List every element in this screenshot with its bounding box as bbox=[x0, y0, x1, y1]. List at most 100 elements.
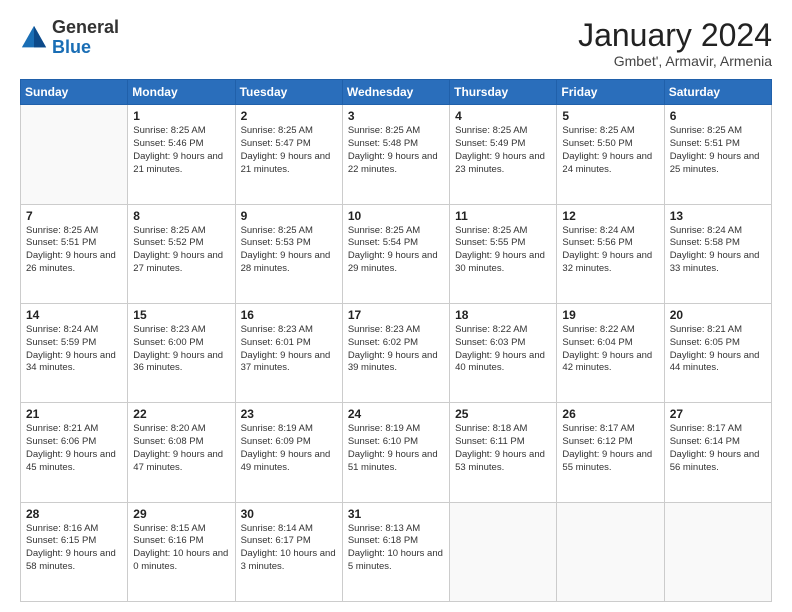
calendar-cell: 7 Sunrise: 8:25 AM Sunset: 5:51 PM Daylig… bbox=[21, 204, 128, 303]
calendar-week-row: 1 Sunrise: 8:25 AM Sunset: 5:46 PM Daylig… bbox=[21, 105, 772, 204]
header: General Blue January 2024 Gmbet', Armavi… bbox=[20, 18, 772, 69]
calendar-week-row: 21 Sunrise: 8:21 AM Sunset: 6:06 PM Dayli… bbox=[21, 403, 772, 502]
calendar-cell: 24 Sunrise: 8:19 AM Sunset: 6:10 PM Dayli… bbox=[342, 403, 449, 502]
day-number: 1 bbox=[133, 109, 229, 123]
calendar-cell: 4 Sunrise: 8:25 AM Sunset: 5:49 PM Daylig… bbox=[450, 105, 557, 204]
calendar-week-row: 14 Sunrise: 8:24 AM Sunset: 5:59 PM Dayli… bbox=[21, 303, 772, 402]
day-info: Sunrise: 8:25 AM Sunset: 5:55 PM Dayligh… bbox=[455, 225, 551, 276]
calendar-cell: 1 Sunrise: 8:25 AM Sunset: 5:46 PM Daylig… bbox=[128, 105, 235, 204]
calendar-cell: 31 Sunrise: 8:13 AM Sunset: 6:18 PM Dayli… bbox=[342, 502, 449, 601]
day-number: 13 bbox=[670, 209, 766, 223]
day-number: 29 bbox=[133, 507, 229, 521]
calendar-cell: 13 Sunrise: 8:24 AM Sunset: 5:58 PM Dayli… bbox=[664, 204, 771, 303]
calendar-cell: 21 Sunrise: 8:21 AM Sunset: 6:06 PM Dayli… bbox=[21, 403, 128, 502]
calendar-cell: 14 Sunrise: 8:24 AM Sunset: 5:59 PM Dayli… bbox=[21, 303, 128, 402]
day-info: Sunrise: 8:21 AM Sunset: 6:06 PM Dayligh… bbox=[26, 423, 122, 474]
day-number: 8 bbox=[133, 209, 229, 223]
day-number: 2 bbox=[241, 109, 337, 123]
calendar-cell: 2 Sunrise: 8:25 AM Sunset: 5:47 PM Daylig… bbox=[235, 105, 342, 204]
day-info: Sunrise: 8:24 AM Sunset: 5:56 PM Dayligh… bbox=[562, 225, 658, 276]
day-info: Sunrise: 8:25 AM Sunset: 5:47 PM Dayligh… bbox=[241, 125, 337, 176]
calendar-cell: 9Sunrise: 8:25 AM Sunset: 5:53 PM Daylig… bbox=[235, 204, 342, 303]
calendar-week-row: 28 Sunrise: 8:16 AM Sunset: 6:15 PM Dayli… bbox=[21, 502, 772, 601]
day-info: Sunrise: 8:25 AM Sunset: 5:52 PM Dayligh… bbox=[133, 225, 229, 276]
weekday-header: Thursday bbox=[450, 80, 557, 105]
day-number: 4 bbox=[455, 109, 551, 123]
day-info: Sunrise: 8:14 AM Sunset: 6:17 PM Dayligh… bbox=[241, 523, 337, 574]
calendar-cell: 17Sunrise: 8:23 AM Sunset: 6:02 PM Dayli… bbox=[342, 303, 449, 402]
weekday-header: Friday bbox=[557, 80, 664, 105]
day-number: 22 bbox=[133, 407, 229, 421]
day-info: Sunrise: 8:25 AM Sunset: 5:51 PM Dayligh… bbox=[670, 125, 766, 176]
day-info: Sunrise: 8:22 AM Sunset: 6:03 PM Dayligh… bbox=[455, 324, 551, 375]
calendar-cell bbox=[664, 502, 771, 601]
day-number: 7 bbox=[26, 209, 122, 223]
day-info: Sunrise: 8:25 AM Sunset: 5:51 PM Dayligh… bbox=[26, 225, 122, 276]
calendar-cell: 10Sunrise: 8:25 AM Sunset: 5:54 PM Dayli… bbox=[342, 204, 449, 303]
day-info: Sunrise: 8:20 AM Sunset: 6:08 PM Dayligh… bbox=[133, 423, 229, 474]
calendar-cell: 12 Sunrise: 8:24 AM Sunset: 5:56 PM Dayli… bbox=[557, 204, 664, 303]
calendar-cell bbox=[450, 502, 557, 601]
calendar-cell: 25Sunrise: 8:18 AM Sunset: 6:11 PM Dayli… bbox=[450, 403, 557, 502]
day-info: Sunrise: 8:21 AM Sunset: 6:05 PM Dayligh… bbox=[670, 324, 766, 375]
logo: General Blue bbox=[20, 18, 119, 58]
weekday-header: Tuesday bbox=[235, 80, 342, 105]
day-info: Sunrise: 8:23 AM Sunset: 6:01 PM Dayligh… bbox=[241, 324, 337, 375]
calendar-cell bbox=[557, 502, 664, 601]
calendar-cell: 15 Sunrise: 8:23 AM Sunset: 6:00 PM Dayli… bbox=[128, 303, 235, 402]
logo-blue: Blue bbox=[52, 37, 91, 57]
day-info: Sunrise: 8:25 AM Sunset: 5:50 PM Dayligh… bbox=[562, 125, 658, 176]
day-info: Sunrise: 8:15 AM Sunset: 6:16 PM Dayligh… bbox=[133, 523, 229, 574]
day-number: 26 bbox=[562, 407, 658, 421]
day-number: 28 bbox=[26, 507, 122, 521]
weekday-header-row: SundayMondayTuesdayWednesdayThursdayFrid… bbox=[21, 80, 772, 105]
day-number: 16 bbox=[241, 308, 337, 322]
logo-general: General bbox=[52, 17, 119, 37]
day-info: Sunrise: 8:13 AM Sunset: 6:18 PM Dayligh… bbox=[348, 523, 444, 574]
day-info: Sunrise: 8:19 AM Sunset: 6:10 PM Dayligh… bbox=[348, 423, 444, 474]
calendar-cell bbox=[21, 105, 128, 204]
weekday-header: Wednesday bbox=[342, 80, 449, 105]
calendar-cell: 22 Sunrise: 8:20 AM Sunset: 6:08 PM Dayli… bbox=[128, 403, 235, 502]
calendar-cell: 3 Sunrise: 8:25 AM Sunset: 5:48 PM Daylig… bbox=[342, 105, 449, 204]
day-number: 12 bbox=[562, 209, 658, 223]
day-number: 5 bbox=[562, 109, 658, 123]
day-number: 24 bbox=[348, 407, 444, 421]
day-info: Sunrise: 8:25 AM Sunset: 5:49 PM Dayligh… bbox=[455, 125, 551, 176]
day-info: Sunrise: 8:25 AM Sunset: 5:48 PM Dayligh… bbox=[348, 125, 444, 176]
day-number: 17 bbox=[348, 308, 444, 322]
day-number: 23 bbox=[241, 407, 337, 421]
subtitle: Gmbet', Armavir, Armenia bbox=[578, 53, 772, 69]
day-number: 10 bbox=[348, 209, 444, 223]
day-info: Sunrise: 8:25 AM Sunset: 5:46 PM Dayligh… bbox=[133, 125, 229, 176]
day-number: 9 bbox=[241, 209, 337, 223]
calendar-cell: 26Sunrise: 8:17 AM Sunset: 6:12 PM Dayli… bbox=[557, 403, 664, 502]
day-number: 11 bbox=[455, 209, 551, 223]
calendar-cell: 16 Sunrise: 8:23 AM Sunset: 6:01 PM Dayli… bbox=[235, 303, 342, 402]
day-info: Sunrise: 8:23 AM Sunset: 6:00 PM Dayligh… bbox=[133, 324, 229, 375]
day-number: 3 bbox=[348, 109, 444, 123]
title-block: January 2024 Gmbet', Armavir, Armenia bbox=[578, 18, 772, 69]
day-number: 30 bbox=[241, 507, 337, 521]
day-number: 21 bbox=[26, 407, 122, 421]
day-info: Sunrise: 8:17 AM Sunset: 6:14 PM Dayligh… bbox=[670, 423, 766, 474]
calendar-cell: 28 Sunrise: 8:16 AM Sunset: 6:15 PM Dayli… bbox=[21, 502, 128, 601]
calendar-week-row: 7 Sunrise: 8:25 AM Sunset: 5:51 PM Daylig… bbox=[21, 204, 772, 303]
day-number: 31 bbox=[348, 507, 444, 521]
day-number: 18 bbox=[455, 308, 551, 322]
calendar-cell: 23Sunrise: 8:19 AM Sunset: 6:09 PM Dayli… bbox=[235, 403, 342, 502]
day-number: 15 bbox=[133, 308, 229, 322]
weekday-header: Saturday bbox=[664, 80, 771, 105]
calendar-cell: 27Sunrise: 8:17 AM Sunset: 6:14 PM Dayli… bbox=[664, 403, 771, 502]
day-info: Sunrise: 8:24 AM Sunset: 5:58 PM Dayligh… bbox=[670, 225, 766, 276]
calendar-cell: 18 Sunrise: 8:22 AM Sunset: 6:03 PM Dayli… bbox=[450, 303, 557, 402]
day-info: Sunrise: 8:16 AM Sunset: 6:15 PM Dayligh… bbox=[26, 523, 122, 574]
day-number: 6 bbox=[670, 109, 766, 123]
calendar-cell: 29 Sunrise: 8:15 AM Sunset: 6:16 PM Dayli… bbox=[128, 502, 235, 601]
day-number: 14 bbox=[26, 308, 122, 322]
calendar-cell: 6 Sunrise: 8:25 AM Sunset: 5:51 PM Daylig… bbox=[664, 105, 771, 204]
month-title: January 2024 bbox=[578, 18, 772, 53]
day-info: Sunrise: 8:24 AM Sunset: 5:59 PM Dayligh… bbox=[26, 324, 122, 375]
page: General Blue January 2024 Gmbet', Armavi… bbox=[0, 0, 792, 612]
weekday-header: Sunday bbox=[21, 80, 128, 105]
